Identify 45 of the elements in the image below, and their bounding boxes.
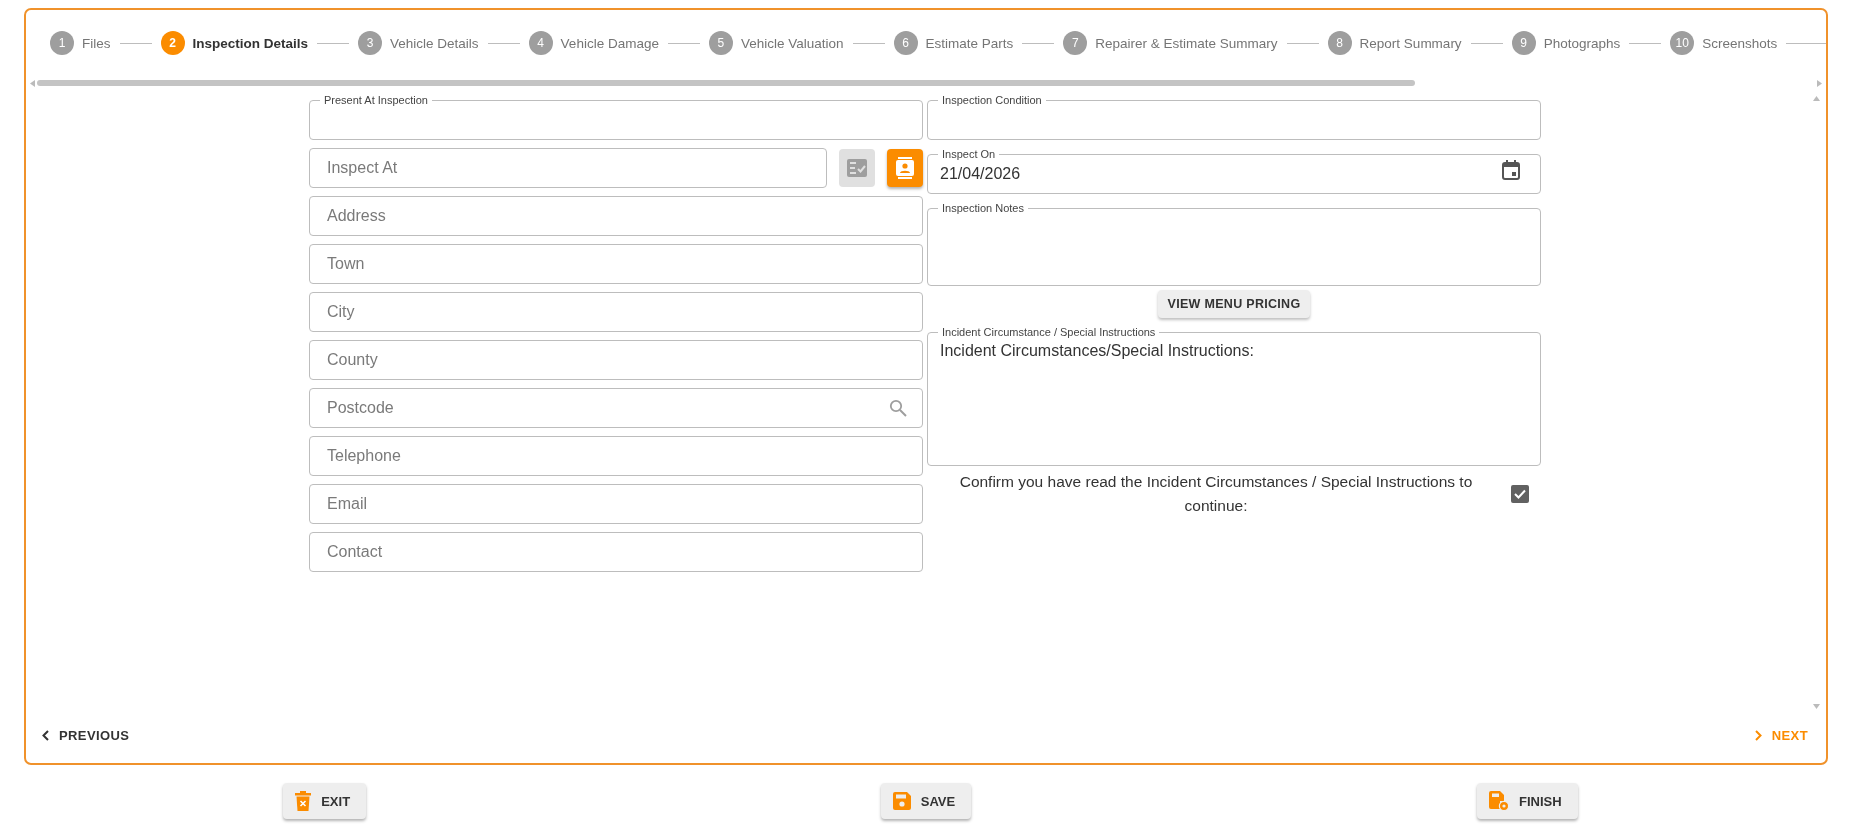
document-gear-icon [1489, 791, 1509, 811]
scroll-right-icon[interactable] [1817, 79, 1822, 87]
step-tab[interactable]: 10 Screenshots [1670, 31, 1778, 55]
notes-field[interactable]: Inspection Notes [927, 202, 1541, 286]
step-tab[interactable]: 2 Inspection Details [160, 31, 309, 55]
search-field[interactable]: Postcode [309, 388, 923, 428]
step-tab[interactable]: 3 Vehicle Details [358, 31, 479, 55]
scroll-down-icon[interactable] [1812, 704, 1820, 709]
text-field[interactable]: Present At Inspection [309, 94, 923, 140]
step-tab[interactable]: 7 Repairer & Estimate Summary [1063, 31, 1278, 55]
finish-button[interactable]: FINISH [1477, 783, 1578, 819]
step-tab[interactable]: 1 Files [50, 31, 111, 55]
chevron-right-icon [1754, 729, 1762, 741]
text-field[interactable]: Contact [309, 532, 923, 572]
text-field[interactable]: Telephone [309, 436, 923, 476]
confirm-text: Confirm you have read the Incident Circumstances / Special Instructions to continue: [958, 472, 1474, 516]
step-tab[interactable]: 8 Report Summary [1327, 31, 1462, 55]
text-field[interactable]: Email [309, 484, 923, 524]
confirm-checkbox[interactable] [1511, 485, 1529, 503]
step-tab[interactable]: 9 Photographs [1511, 31, 1621, 55]
date-field[interactable]: Inspect On 21/04/2026 [927, 148, 1541, 194]
checklist-icon [847, 159, 867, 177]
search-icon[interactable] [889, 399, 907, 417]
calendar-icon[interactable] [1502, 160, 1520, 180]
scrollbar-thumb[interactable] [37, 80, 1415, 86]
chevron-left-icon [42, 729, 49, 741]
text-field[interactable]: Inspection Condition [927, 94, 1541, 140]
exit-button[interactable]: EXIT [283, 783, 367, 819]
save-button[interactable]: SAVE [880, 783, 972, 819]
contact-button[interactable] [887, 149, 923, 187]
text-field[interactable]: County [309, 340, 923, 380]
text-field[interactable]: City [309, 292, 923, 332]
step-tab[interactable]: 4 Vehicle Damage [528, 31, 659, 55]
step-tab[interactable]: 6 Estimate Parts [893, 31, 1014, 55]
text-field[interactable]: Town [309, 244, 923, 284]
scroll-left-icon[interactable] [30, 79, 35, 87]
text-area[interactable]: Incident Circumstance / Special Instructions Incident Circumstances/Special Instructions: [927, 326, 1541, 466]
scroll-up-icon[interactable] [1812, 96, 1820, 101]
trash-icon [295, 791, 312, 811]
text-field[interactable]: Address [309, 196, 923, 236]
previous-button[interactable]: PREVIOUS [36, 723, 136, 747]
view-menu-pricing-button[interactable]: VIEW MENU PRICING [1157, 290, 1311, 318]
text-field[interactable]: Inspect At [309, 148, 827, 188]
contact-card-icon [896, 157, 914, 179]
step-tab[interactable]: 5 Vehicle Valuation [708, 31, 844, 55]
